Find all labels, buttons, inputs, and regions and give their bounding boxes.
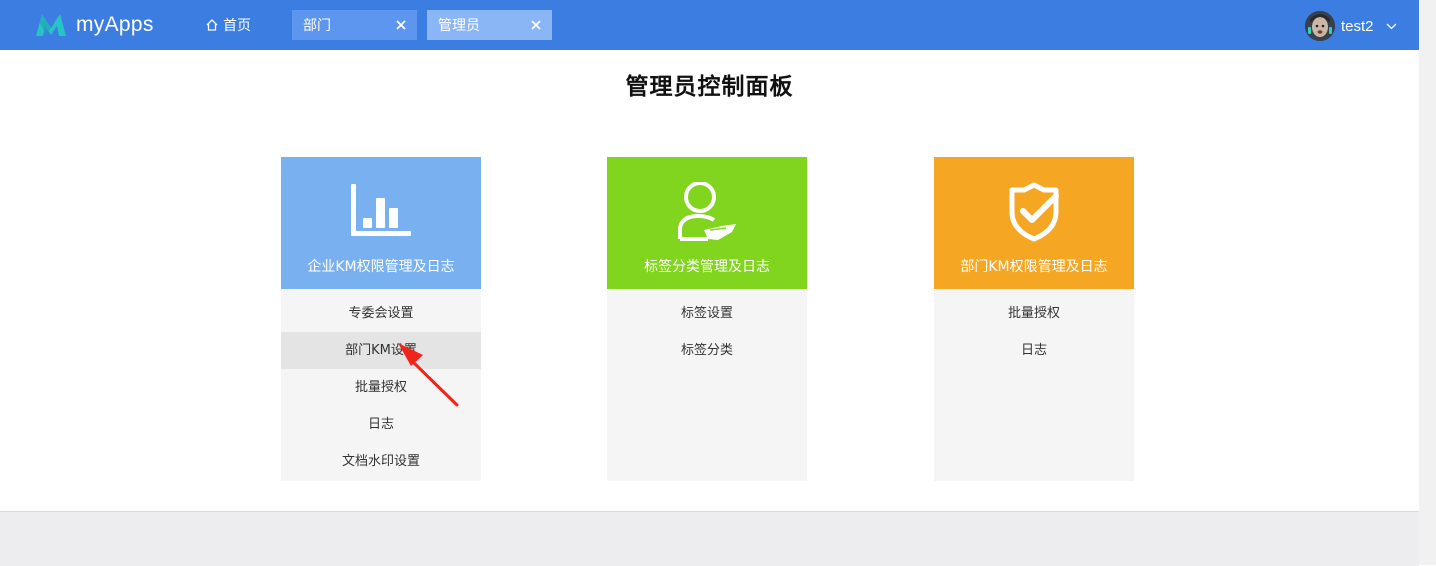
menu-item-batch-authorize[interactable]: 批量授权 (934, 295, 1134, 332)
card-title: 部门KM权限管理及日志 (960, 259, 1108, 275)
tab-admin[interactable]: 管理员 (427, 10, 552, 40)
logo-m-icon (36, 14, 66, 36)
bar-chart-icon (351, 184, 411, 236)
home-link[interactable]: 首页 (206, 15, 251, 35)
tab-label: 部门 (303, 18, 331, 34)
scrollbar-track[interactable] (1419, 0, 1436, 565)
username: test2 (1341, 17, 1374, 35)
menu-item-log[interactable]: 日志 (934, 332, 1134, 369)
home-icon (206, 19, 218, 31)
card-dept-km: 部门KM权限管理及日志 批量授权 日志 (934, 157, 1134, 481)
chevron-down-icon[interactable] (1386, 23, 1397, 30)
menu-item-tag-category[interactable]: 标签分类 (607, 332, 807, 369)
card-tag-category: 标签分类管理及日志 标签设置 标签分类 (607, 157, 807, 481)
close-icon[interactable] (393, 17, 409, 33)
menu-item-log[interactable]: 日志 (281, 406, 481, 443)
card-header: 部门KM权限管理及日志 (934, 157, 1134, 289)
card-menu: 标签设置 标签分类 (607, 289, 807, 369)
tab-department[interactable]: 部门 (292, 10, 417, 40)
avatar (1305, 11, 1335, 41)
shield-check-icon (1009, 182, 1059, 242)
home-label: 首页 (223, 18, 251, 34)
card-header: 标签分类管理及日志 (607, 157, 807, 289)
card-title: 企业KM权限管理及日志 (307, 259, 455, 275)
tab-label: 管理员 (438, 18, 480, 34)
card-title: 标签分类管理及日志 (644, 259, 770, 275)
menu-item-tag-settings[interactable]: 标签设置 (607, 295, 807, 332)
page-title: 管理员控制面板 (625, 74, 794, 100)
card-menu: 批量授权 日志 (934, 289, 1134, 369)
user-tag-icon (678, 182, 736, 241)
close-icon[interactable] (528, 17, 544, 33)
menu-item-committee-settings[interactable]: 专委会设置 (281, 295, 481, 332)
annotation-arrow-icon (398, 343, 459, 407)
app-logo[interactable]: myApps (34, 10, 154, 40)
card-enterprise-km: 企业KM权限管理及日志 专委会设置 部门KM设置 批量授权 日志 文档水印设置 (281, 157, 481, 481)
footer-area (0, 511, 1419, 566)
card-header: 企业KM权限管理及日志 (281, 157, 481, 289)
user-menu[interactable]: test2 (1305, 11, 1397, 41)
menu-item-watermark-settings[interactable]: 文档水印设置 (281, 443, 481, 480)
top-navbar: myApps 首页 部门 管理员 test2 (0, 0, 1419, 50)
app-name: myApps (76, 13, 154, 36)
